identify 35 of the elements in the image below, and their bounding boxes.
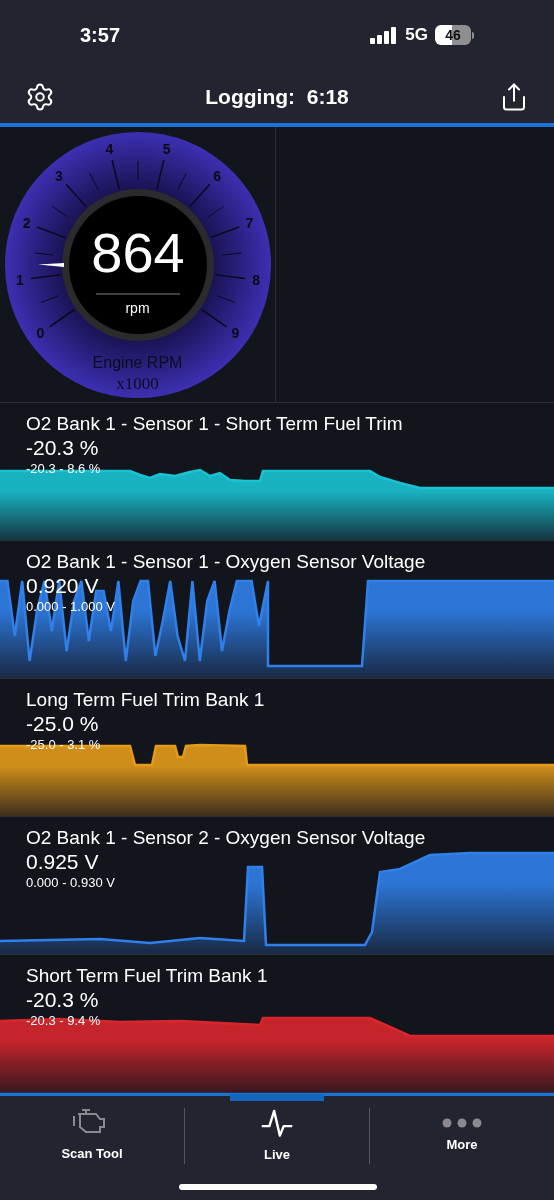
sensor-title: Long Term Fuel Trim Bank 1 — [26, 688, 265, 711]
sensor-value: -20.3 % — [26, 987, 99, 1013]
tick-label: 2 — [21, 216, 32, 231]
sensor-title: O2 Bank 1 - Sensor 1 - Oxygen Sensor Voltage — [26, 550, 426, 573]
signal-icon — [370, 26, 399, 44]
tick-label: 1 — [15, 272, 25, 287]
tick-label: 4 — [104, 142, 115, 157]
rpm-value: 864 — [90, 225, 186, 281]
settings-icon[interactable] — [25, 81, 55, 112]
sensor-title: O2 Bank 1 - Sensor 1 - Short Term Fuel Trim — [26, 412, 403, 435]
tick-label: 3 — [53, 169, 64, 184]
tick-label: 8 — [251, 272, 261, 287]
pulse-icon — [260, 1108, 294, 1139]
status-time: 3:57 — [80, 23, 121, 48]
tab-button[interactable]: More — [370, 1108, 554, 1164]
sensor-range: 0.000 - 0.930 V — [26, 875, 115, 891]
tick-label: 5 — [161, 142, 172, 157]
sensor-value: 0.925 V — [26, 849, 99, 875]
tick-label: 6 — [212, 169, 222, 184]
more-icon — [441, 1117, 483, 1130]
unit-label: rpm — [124, 301, 151, 315]
gauge-label: Engine RPM — [91, 355, 184, 371]
tick-label: 9 — [230, 326, 241, 341]
scale-label: x1000 — [115, 375, 160, 392]
tab-button[interactable]: Scan Tool — [0, 1108, 184, 1164]
tick-label: 7 — [244, 216, 255, 231]
sensor-title: O2 Bank 1 - Sensor 2 - Oxygen Sensor Voltage — [26, 826, 426, 849]
sensor-value: -20.3 % — [26, 435, 99, 461]
network-label: 5G — [405, 24, 428, 47]
tick-label: 0 — [35, 326, 46, 341]
sensor-range: -25.0 - 3.1 % — [26, 737, 101, 753]
sensor-title: Short Term Fuel Trim Bank 1 — [26, 964, 268, 987]
sensor-value: -25.0 % — [26, 711, 99, 737]
tab-button[interactable]: Live — [185, 1108, 369, 1164]
header-title: Logging: 6:18 — [205, 83, 349, 110]
